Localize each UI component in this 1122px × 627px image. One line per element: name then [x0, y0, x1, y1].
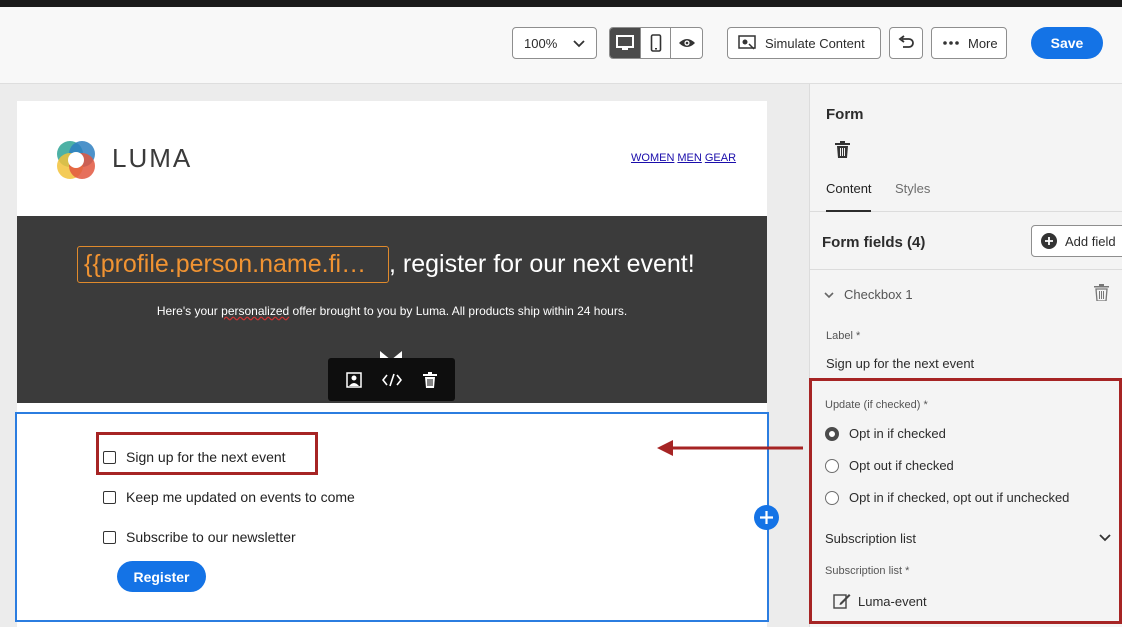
preview-button[interactable]: [671, 28, 702, 58]
radio-button[interactable]: [825, 490, 839, 505]
radio-opt-in-out-label: Opt in if checked, opt out if unchecked: [849, 490, 1070, 505]
eye-icon: [678, 39, 695, 47]
move-plus-icon: [760, 511, 773, 524]
subline-pre: Here's your: [156, 304, 222, 318]
label-value[interactable]: Sign up for the next event: [826, 356, 974, 371]
subscription-value[interactable]: Luma-event: [858, 594, 927, 609]
annotation-arrow-icon: [657, 440, 803, 456]
more-label: More: [968, 35, 998, 51]
delete-field-icon[interactable]: [1094, 284, 1109, 301]
personalization-token[interactable]: {{profile.person.name.fi…: [77, 246, 389, 283]
form-fields-title: Form fields (4): [822, 234, 926, 251]
checkbox-3-label: Subscribe to our newsletter: [126, 529, 296, 545]
desktop-icon: [615, 35, 634, 50]
checkbox-section-label: Checkbox 1: [844, 287, 913, 302]
editor-toolbar: 100% Simulate Content More Save: [0, 7, 1122, 84]
hero-headline: , register for our next event!: [389, 250, 695, 278]
window-top-strip: [0, 0, 1122, 7]
panel-title: Form: [826, 106, 864, 123]
simulate-icon: [738, 35, 756, 50]
delete-icon[interactable]: [422, 371, 437, 388]
subscription-section-header[interactable]: Subscription list: [825, 531, 916, 546]
ellipsis-icon: [943, 41, 959, 45]
subline-misspelled-word: personalized: [221, 304, 290, 318]
nav-link-men[interactable]: MEN: [677, 152, 701, 164]
brand-name: LUMA: [112, 143, 193, 173]
simulate-label: Simulate Content: [765, 35, 865, 51]
email-nav-links: WOMEN MEN GEAR: [631, 152, 739, 164]
trash-icon[interactable]: [835, 141, 850, 158]
add-field-button[interactable]: Add field: [1031, 225, 1122, 257]
mobile-view-button[interactable]: [641, 28, 672, 58]
active-tab-indicator: [826, 210, 871, 212]
register-button[interactable]: Register: [117, 561, 206, 592]
desktop-view-button[interactable]: [610, 28, 641, 58]
zoom-value: 100%: [524, 35, 558, 51]
checkbox-3[interactable]: [103, 530, 116, 544]
chevron-down-icon[interactable]: [1099, 533, 1111, 543]
radio-button-selected[interactable]: [825, 426, 839, 441]
checkbox-2[interactable]: [103, 490, 116, 504]
more-button[interactable]: More: [931, 27, 1007, 59]
radio-opt-in[interactable]: Opt in if checked: [825, 426, 946, 441]
component-action-bar: [328, 358, 455, 401]
undo-icon: [898, 35, 914, 48]
code-icon[interactable]: [382, 373, 403, 387]
email-header: LUMA WOMEN MEN GEAR: [17, 101, 767, 216]
radio-opt-in-out[interactable]: Opt in if checked, opt out if unchecked: [825, 490, 1069, 505]
radio-button[interactable]: [825, 458, 839, 473]
checkbox-row-2[interactable]: Keep me updated on events to come: [103, 489, 355, 505]
device-toggle-group: [609, 27, 703, 59]
checkbox-row-3[interactable]: Subscribe to our newsletter: [103, 529, 296, 545]
highlight-box-checkbox: [96, 432, 318, 475]
subscription-field-label: Subscription list *: [825, 565, 909, 577]
chevron-down-icon: [824, 291, 834, 298]
save-button[interactable]: Save: [1031, 27, 1103, 59]
checkbox-1-section-header[interactable]: Checkbox 1: [824, 287, 913, 302]
hero-subline: Here's your personalized offer brought t…: [17, 304, 767, 318]
update-field-label: Update (if checked) *: [825, 399, 928, 411]
update-caption: Update (if checked): [825, 399, 921, 411]
radio-opt-out-label: Opt out if checked: [849, 458, 954, 473]
subscription-caption: Subscription list: [825, 565, 903, 577]
mobile-icon: [650, 34, 661, 52]
chevron-down-icon: [573, 40, 585, 48]
add-component-handle[interactable]: [754, 505, 779, 530]
add-field-label: Add field: [1065, 233, 1116, 249]
panel-tabs: Content Styles: [810, 172, 1122, 212]
subline-post: offer brought to you by Luma. All produc…: [289, 304, 628, 318]
required-mark: *: [905, 565, 910, 577]
nav-link-gear[interactable]: GEAR: [705, 152, 736, 164]
checkbox-2-label: Keep me updated on events to come: [126, 489, 355, 505]
required-mark: *: [855, 330, 861, 342]
label-caption: Label: [826, 330, 853, 342]
radio-opt-in-label: Opt in if checked: [849, 426, 946, 441]
add-circle-icon: [1041, 233, 1057, 249]
undo-button[interactable]: [889, 27, 923, 59]
label-field-label: Label *: [826, 330, 860, 342]
tab-styles[interactable]: Styles: [895, 181, 930, 196]
required-mark: *: [923, 399, 928, 411]
divider: [810, 269, 1122, 270]
radio-opt-out[interactable]: Opt out if checked: [825, 458, 954, 473]
luma-logo-icon: [57, 141, 95, 179]
edit-icon[interactable]: [833, 592, 851, 610]
zoom-select[interactable]: 100%: [512, 27, 597, 59]
tab-content[interactable]: Content: [826, 181, 872, 196]
simulate-content-button[interactable]: Simulate Content: [727, 27, 881, 59]
personalize-icon[interactable]: [346, 371, 362, 388]
nav-link-women[interactable]: WOMEN: [631, 152, 674, 164]
